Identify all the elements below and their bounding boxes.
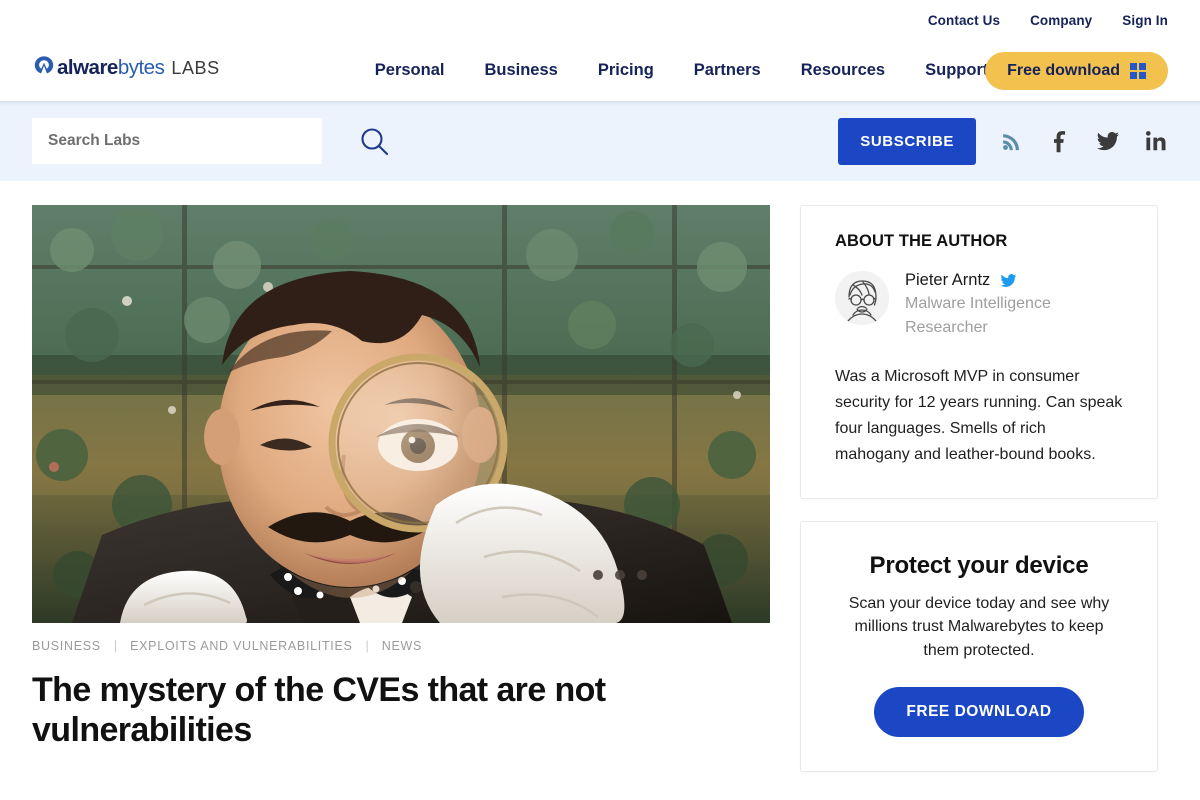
nav-link-resources[interactable]: Resources [801,61,885,80]
subscribe-social-group: SUBSCRIBE [838,117,1168,165]
utility-link-contact-us[interactable]: Contact Us [928,13,1000,28]
category-separator: | [365,639,369,653]
nav-link-business[interactable]: Business [484,61,557,80]
page-body: BUSINESS | EXPLOITS AND VULNERABILITIES … [0,181,1200,772]
author-name-row: Pieter Arntz [905,271,1075,290]
twitter-icon[interactable] [1096,129,1120,153]
search-icon [358,128,390,160]
about-the-author-card: ABOUT THE AUTHOR Pieter Arntz Malware In… [800,205,1158,499]
windows-icon [1130,63,1146,79]
logo-word-malware: alware [57,56,118,80]
utility-link-company[interactable]: Company [1030,13,1092,28]
sidebar: ABOUT THE AUTHOR Pieter Arntz Malware In… [800,205,1158,772]
logo-wordmark: alwarebytes [57,56,165,80]
logo-word-bytes: bytes [117,56,165,80]
search-subscribe-bar: SUBSCRIBE [0,101,1200,181]
author-role: Malware Intelligence Researcher [905,295,1051,336]
free-download-label: Free download [1007,62,1120,79]
category-separator: | [113,639,118,653]
promo-title: Protect your device [869,551,1089,579]
main-header: alwarebytes LABS Personal Business Prici… [0,40,1200,101]
linkedin-icon[interactable] [1144,129,1168,153]
facebook-icon[interactable] [1048,129,1072,153]
logo-suffix-labs: LABS [171,58,220,78]
article-column: BUSINESS | EXPLOITS AND VULNERABILITIES … [32,205,770,751]
author-bio: Was a Microsoft MVP in consumer security… [835,368,1123,463]
author-avatar [835,271,889,325]
utility-link-sign-in[interactable]: Sign In [1122,13,1168,28]
site-logo[interactable]: alwarebytes LABS [32,54,220,83]
author-row: Pieter Arntz Malware Intelligence Resear… [835,269,1123,340]
search-submit-button[interactable] [358,125,390,157]
twitter-icon[interactable] [1000,272,1017,289]
search-input[interactable] [32,118,322,164]
article-category-list: BUSINESS | EXPLOITS AND VULNERABILITIES … [32,637,770,655]
nav-link-support[interactable]: Support [925,61,988,80]
author-name[interactable]: Pieter Arntz [905,271,990,290]
subscribe-button[interactable]: SUBSCRIBE [838,117,976,165]
author-meta: Pieter Arntz Malware Intelligence Resear… [905,269,1075,340]
category-link-exploits-and-vulnerabilities[interactable]: EXPLOITS AND VULNERABILITIES [130,639,352,653]
utility-bar: Contact Us Company Sign In [0,0,1200,40]
promo-free-download-button[interactable]: FREE DOWNLOAD [874,686,1084,737]
nav-link-pricing[interactable]: Pricing [598,61,654,80]
article-hero-image[interactable] [32,205,770,623]
protect-your-device-card: Protect your device Scan your device tod… [800,520,1158,772]
about-the-author-heading: ABOUT THE AUTHOR [835,232,1008,250]
free-download-button[interactable]: Free download [985,52,1168,90]
nav-link-personal[interactable]: Personal [375,61,445,80]
category-link-business[interactable]: BUSINESS [32,639,101,653]
article-title: The mystery of the CVEs that are not vul… [32,671,606,749]
malwarebytes-logo-icon [32,54,56,83]
rss-icon[interactable] [1000,129,1024,153]
promo-text: Scan your device today and see why milli… [848,594,1110,659]
nav-link-partners[interactable]: Partners [694,61,761,80]
main-nav: Personal Business Pricing Partners Resou… [375,61,989,80]
category-link-news[interactable]: NEWS [382,639,422,653]
